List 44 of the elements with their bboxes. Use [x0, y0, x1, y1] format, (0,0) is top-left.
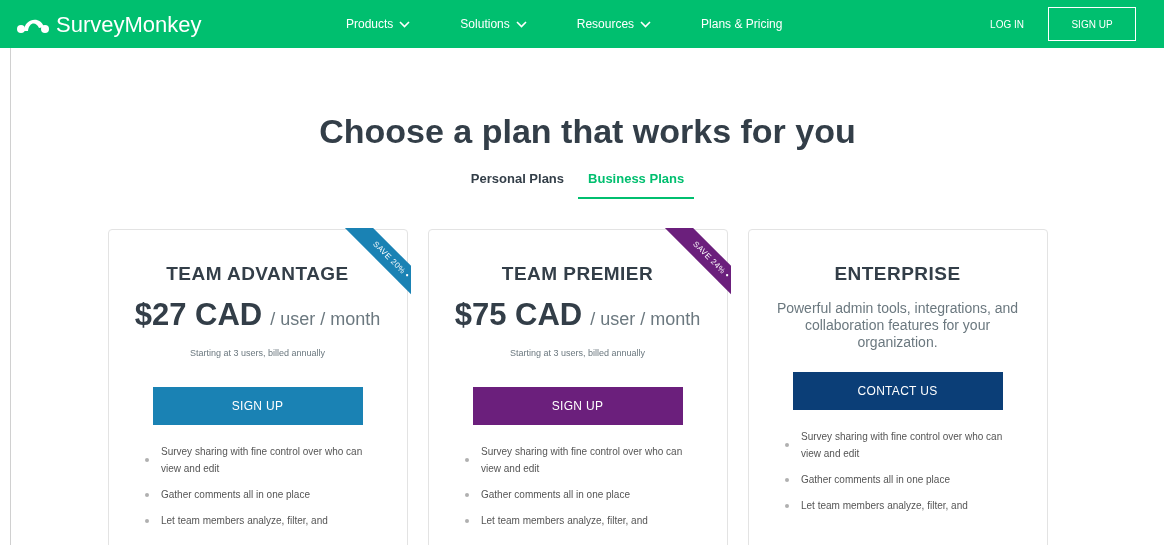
chevron-down-icon [399, 20, 411, 28]
sign-up-button[interactable]: SIGN UP [152, 387, 363, 425]
bullet-icon [465, 518, 469, 523]
feature-text: Gather comments all in one place [801, 473, 950, 487]
feature-text: Let team members analyze, filter, and [801, 499, 968, 513]
chevron-down-icon [515, 20, 527, 28]
plan-name: TEAM ADVANTAGE [166, 261, 349, 286]
plan-tab[interactable]: Personal Plans [460, 165, 575, 199]
billing-note: Starting at 3 users, billed annually [509, 346, 646, 360]
nav-link[interactable]: Plans & Pricing [701, 15, 783, 33]
plan-price: $27 CAD [134, 296, 263, 334]
feature-text: Survey sharing with fine control over who can view and edit [161, 445, 364, 476]
bullet-icon [145, 492, 149, 497]
bullet-icon [145, 518, 149, 523]
plan-price: $75 CAD [454, 296, 583, 334]
feature-text: Let team members analyze, filter, and [481, 514, 648, 528]
nav-link[interactable]: Resources [576, 15, 652, 33]
price-unit: / user / month [270, 308, 381, 331]
feature-text: Survey sharing with fine control over who can view and edit [481, 445, 684, 476]
feature-text: Gather comments all in one place [481, 488, 630, 502]
plan-tab[interactable]: Business Plans [578, 165, 695, 199]
page-heading: Choose a plan that works for you [319, 111, 856, 152]
bullet-icon [785, 477, 789, 482]
nav-link[interactable]: Solutions [460, 15, 527, 33]
contact-us-button[interactable]: CONTACT US [792, 372, 1003, 410]
price-unit: / user / month [590, 308, 701, 331]
feature-text: Survey sharing with fine control over who can view and edit [801, 430, 1004, 461]
login-link[interactable]: LOG IN [990, 16, 1024, 32]
bullet-icon [785, 503, 789, 508]
bullet-icon [785, 443, 789, 447]
bullet-icon [465, 492, 469, 497]
feature-text: Gather comments all in one place [161, 488, 310, 502]
billing-note: Starting at 3 users, billed annually [189, 346, 326, 360]
chevron-down-icon [640, 20, 652, 28]
sign-up-button[interactable]: SIGN UP [472, 387, 683, 425]
plan-name: TEAM PREMIER [501, 261, 654, 286]
logo-wordmark[interactable]: SurveyMonkey [56, 7, 202, 41]
plan-description: Powerful admin tools, integrations, and collaboration features for your organization. [775, 300, 1020, 351]
sign-up-button[interactable]: SIGN UP [1048, 7, 1136, 41]
nav-link[interactable]: Products [346, 15, 411, 33]
bullet-icon [145, 458, 149, 462]
plan-name: ENTERPRISE [834, 261, 961, 286]
feature-text: Let team members analyze, filter, and [161, 514, 328, 528]
bullet-icon [465, 458, 469, 462]
